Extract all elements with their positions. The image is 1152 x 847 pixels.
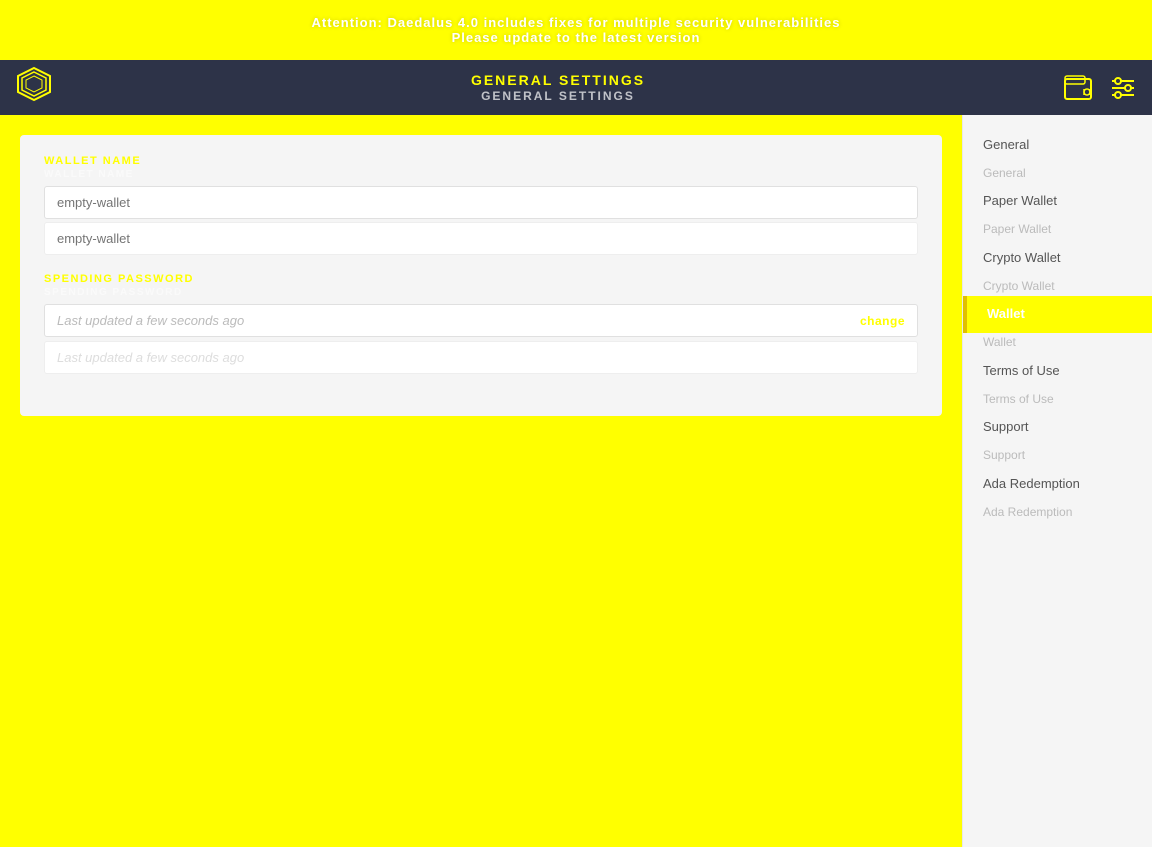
sidebar-item-paper-wallet[interactable]: Paper Wallet: [963, 183, 1152, 220]
sidebar-item-wallet-shadow: Wallet: [963, 333, 1152, 353]
settings-nav-button[interactable]: [1110, 77, 1136, 99]
content-area: WALLET NAME WALLET NAME SPENDING PASSWOR…: [0, 115, 962, 847]
banner-line2: Please update to the latest version: [452, 30, 701, 45]
spending-password-text-2: Last updated a few seconds ago: [57, 350, 244, 365]
change-password-link-2[interactable]: change: [860, 351, 905, 365]
save-button[interactable]: [20, 432, 942, 476]
sidebar-item-support[interactable]: Support: [963, 409, 1152, 446]
sidebar: General General Paper Wallet Paper Walle…: [962, 115, 1152, 847]
navbar-icons: [1064, 75, 1136, 101]
navbar-subtitle: GENERAL SETTINGS: [481, 89, 635, 103]
navbar-center: GENERAL SETTINGS GENERAL SETTINGS: [471, 72, 645, 103]
settings-card: WALLET NAME WALLET NAME SPENDING PASSWOR…: [20, 135, 942, 416]
sidebar-item-wallet-active[interactable]: Wallet: [963, 296, 1152, 333]
sidebar-item-crypto-wallet[interactable]: Crypto Wallet: [963, 240, 1152, 277]
sidebar-item-general[interactable]: General: [963, 127, 1152, 164]
sidebar-item-terms-of-use[interactable]: Terms of Use: [963, 353, 1152, 390]
spending-password-label-shadow: SPENDING PASSWORD: [44, 287, 918, 298]
daedalus-logo-icon: [16, 66, 52, 109]
spending-password-text-1: Last updated a few seconds ago: [57, 313, 244, 328]
spending-password-row-1: Last updated a few seconds ago change: [44, 304, 918, 337]
spending-password-row-2: Last updated a few seconds ago change: [44, 341, 918, 374]
filter-settings-icon: [1110, 77, 1136, 99]
sidebar-item-paper-wallet-shadow: Paper Wallet: [963, 220, 1152, 240]
logo-area: [16, 66, 52, 109]
wallet-name-input-shadow[interactable]: [44, 222, 918, 255]
spending-password-group: SPENDING PASSWORD SPENDING PASSWORD Last…: [44, 273, 918, 374]
wallet-name-label-shadow: WALLET NAME: [44, 169, 918, 180]
wallet-name-input[interactable]: [44, 186, 918, 219]
navbar: GENERAL SETTINGS GENERAL SETTINGS: [0, 60, 1152, 115]
sidebar-item-general-shadow: General: [963, 164, 1152, 184]
wallet-icon: [1064, 75, 1094, 101]
top-banner: Attention: Daedalus 4.0 includes fixes f…: [0, 0, 1152, 60]
sidebar-item-terms-of-use-shadow: Terms of Use: [963, 390, 1152, 410]
sidebar-item-crypto-wallet-shadow: Crypto Wallet: [963, 277, 1152, 297]
sidebar-item-ada-redemption[interactable]: Ada Redemption: [963, 466, 1152, 503]
navbar-title: GENERAL SETTINGS: [471, 72, 645, 88]
banner-line1: Attention: Daedalus 4.0 includes fixes f…: [312, 15, 841, 30]
sidebar-item-ada-redemption-shadow: Ada Redemption: [963, 503, 1152, 523]
main-layout: WALLET NAME WALLET NAME SPENDING PASSWOR…: [0, 115, 1152, 847]
wallet-name-label: WALLET NAME: [44, 155, 918, 167]
sidebar-item-support-shadow: Support: [963, 446, 1152, 466]
wallet-name-group: WALLET NAME WALLET NAME: [44, 155, 918, 255]
wallet-nav-button[interactable]: [1064, 75, 1094, 101]
spending-password-label: SPENDING PASSWORD: [44, 273, 918, 285]
change-password-link-1[interactable]: change: [860, 314, 905, 328]
